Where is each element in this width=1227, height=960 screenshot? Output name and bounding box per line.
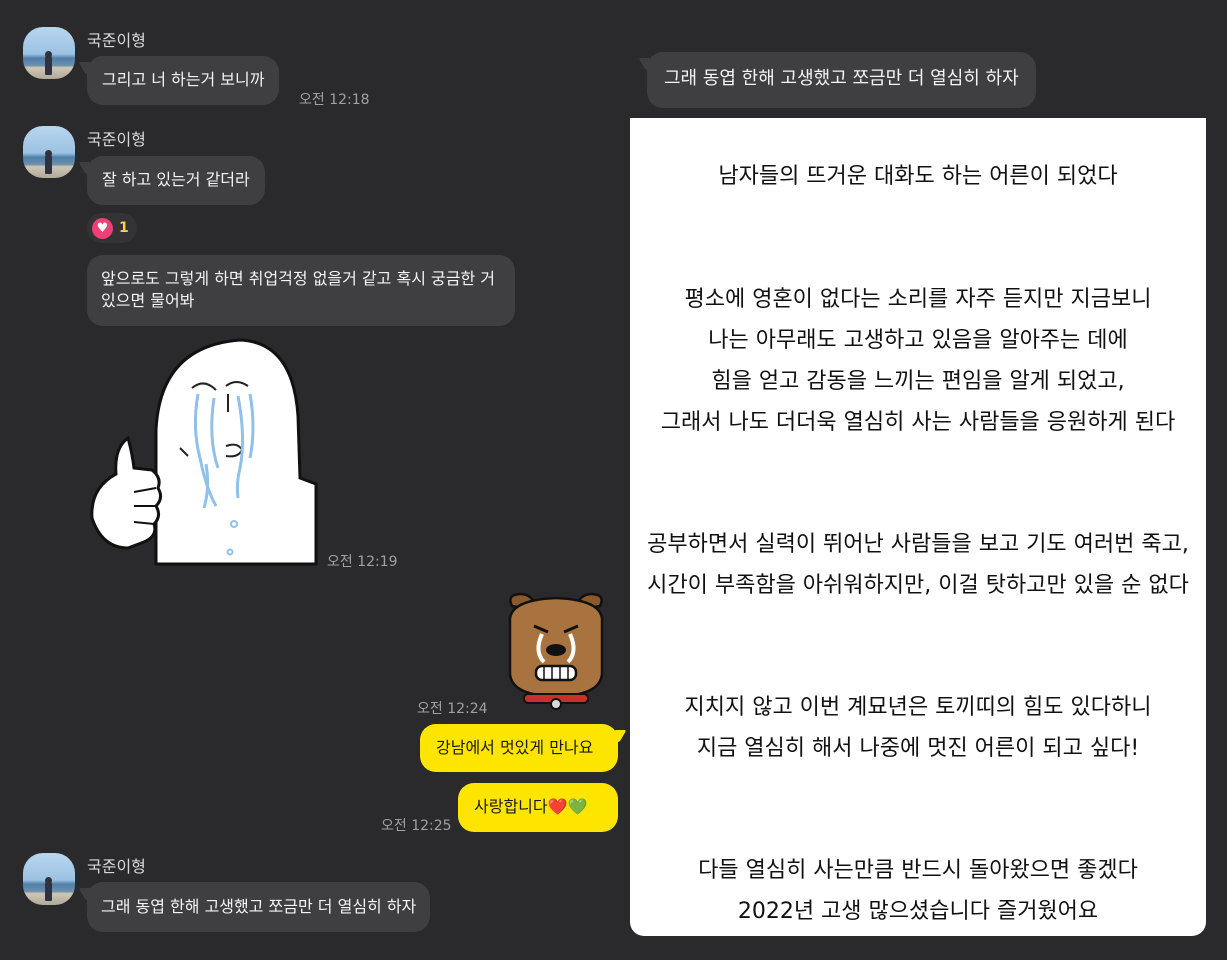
message-text: 그래 동엽 한해 고생했고 쪼금만 더 열심히 하자 [101,897,417,916]
avatar-figure-body [45,154,52,174]
message-text: 그래 동엽 한해 고생했고 쪼금만 더 열심히 하자 [664,68,1019,89]
message-text: 강남에서 멋있게 만나요 [436,738,594,757]
message-time: 오전 12:24 [417,701,488,717]
message-bubble[interactable]: 그리고 너 하는거 보니까 [87,56,280,105]
outgoing-message-bubble[interactable]: 강남에서 멋있게 만나요 [420,724,618,772]
avatar[interactable] [23,853,75,905]
crying-dog-sticker[interactable] [504,592,608,712]
message-time: 오전 12:18 [299,92,370,108]
panel-line: 남자들의 뜨거운 대화도 하는 어른이 되었다 [718,164,1118,189]
avatar[interactable] [23,126,75,178]
panel-line: 평소에 영혼이 없다는 소리를 자주 듣지만 지금보니 [684,287,1152,312]
sender-name: 국준이형 [87,857,146,876]
reaction-badge[interactable]: ♥ 1 [87,213,137,243]
message-bubble[interactable]: 그래 동엽 한해 고생했고 쪼금만 더 열심히 하자 [647,52,1036,108]
reflection-text-panel: 남자들의 뜨거운 대화도 하는 어른이 되었다 평소에 영혼이 없다는 소리를 … [630,118,1206,936]
message-text: 그리고 너 하는거 보니까 [102,70,265,89]
sticker-image [90,338,318,566]
message-text: 잘 하고 있는거 같더라 [102,170,250,189]
message-time: 오전 12:25 [381,818,452,834]
panel-line: 시간이 부족함을 아쉬워하지만, 이걸 탓하고만 있을 순 없다 [647,573,1189,598]
panel-line: 지치지 않고 이번 계묘년은 토끼띠의 힘도 있다하니 [684,695,1152,720]
heart-icon: ♥ [92,217,113,239]
heart-emojis: ❤️💚 [547,797,588,816]
outgoing-message-bubble[interactable]: 사랑합니다❤️💚 [458,783,618,832]
panel-line: 힘을 얻고 감동을 느끼는 편임을 알게 되었고, [711,369,1125,394]
panel-line: 다들 열심히 사는만큼 반드시 돌아왔으면 좋겠다 [698,858,1138,883]
message-text: 앞으로도 그렇게 하면 취업걱정 없을거 같고 혹시 궁금한 거 있으면 물어봐 [101,269,495,310]
reaction-count: 1 [119,220,129,236]
message-bubble[interactable]: 잘 하고 있는거 같더라 [87,156,265,205]
message-time: 오전 12:19 [327,554,398,570]
panel-line: 공부하면서 실력이 뛰어난 사람들을 보고 기도 여러번 죽고, [647,532,1189,557]
message-bubble[interactable]: 앞으로도 그렇게 하면 취업걱정 없을거 같고 혹시 궁금한 거 있으면 물어봐 [87,255,515,326]
sender-name: 국준이형 [87,130,146,149]
panel-line: 그래서 나도 더더욱 열심히 사는 사람들을 응원하게 된다 [660,410,1176,435]
panel-line: 지금 열심히 해서 나중에 멋진 어른이 되고 싶다! [696,736,1140,761]
panel-line: 나는 아무래도 고생하고 있음을 알아주는 데에 [708,328,1128,353]
sender-name: 국준이형 [87,31,146,50]
message-bubble[interactable]: 그래 동엽 한해 고생했고 쪼금만 더 열심히 하자 [87,882,431,932]
sticker-image [508,592,604,710]
panel-line: 2022년 고생 많으셨습니다 즐거웠어요 [737,899,1099,924]
avatar[interactable] [23,27,75,79]
avatar-figure-body [45,55,52,75]
message-text: 사랑합니다 [474,797,548,816]
avatar-figure-body [45,881,52,901]
crying-thumbs-up-sticker[interactable] [88,338,320,568]
